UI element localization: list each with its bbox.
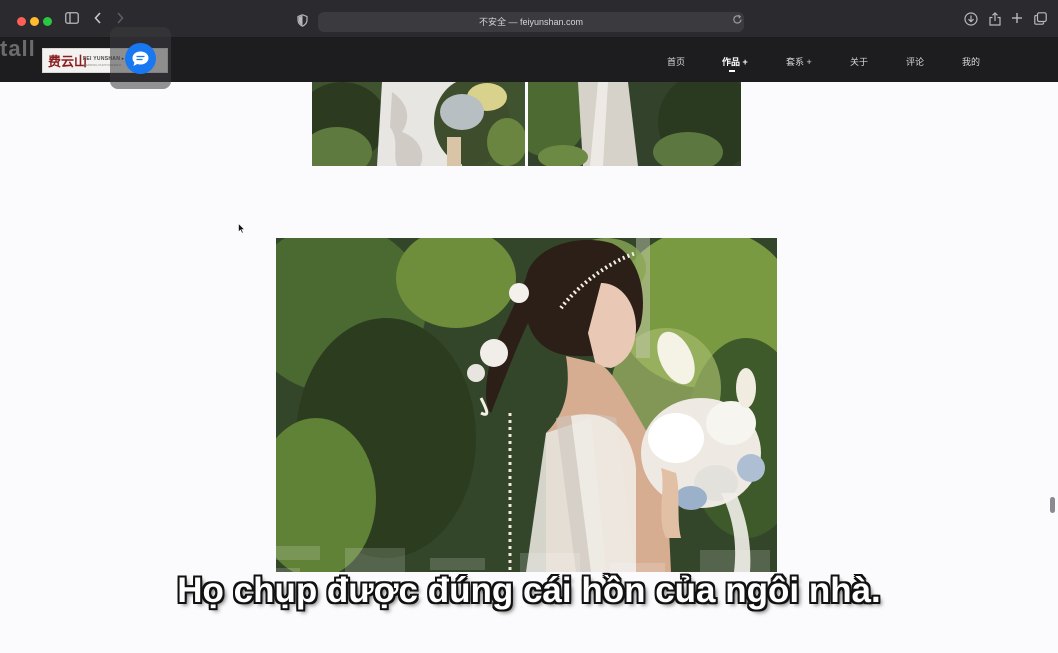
- reload-icon[interactable]: [729, 13, 745, 29]
- video-subtitle: Họ chụp được đúng cái hồn của ngôi nhà.: [177, 571, 881, 610]
- page-scrollbar[interactable]: [1050, 497, 1055, 513]
- shield-icon[interactable]: [297, 14, 308, 27]
- logo-chinese-text: 费云山: [48, 55, 88, 70]
- chat-bubble-icon: [132, 51, 149, 66]
- nav-active-indicator: [729, 70, 735, 72]
- download-icon[interactable]: [963, 12, 979, 28]
- close-window-button[interactable]: [17, 17, 26, 26]
- nav-mine[interactable]: 我的: [962, 55, 980, 68]
- chat-widget: [110, 27, 171, 89]
- overlay-watermark-text: tall: [0, 36, 36, 61]
- gallery-photo-bride-portrait[interactable]: [276, 238, 777, 572]
- share-icon[interactable]: [987, 12, 1003, 28]
- gallery-photo-bride-bouquet[interactable]: [312, 82, 525, 166]
- browser-window: 不安全 — feiyunshan.com tall 费云山 FEI YUNSHA…: [0, 0, 1058, 651]
- nav-home[interactable]: 首页: [667, 55, 685, 68]
- address-bar[interactable]: 不安全 — feiyunshan.com: [318, 12, 744, 32]
- nav-packages[interactable]: 套系 +: [786, 55, 812, 68]
- tabs-overview-icon[interactable]: [1032, 12, 1048, 28]
- chat-button[interactable]: [125, 43, 156, 74]
- mouse-cursor-icon: [238, 221, 246, 239]
- forward-icon[interactable]: [112, 12, 128, 28]
- nav-about[interactable]: 关于: [850, 55, 868, 68]
- new-tab-icon[interactable]: [1009, 12, 1025, 28]
- sidebar-icon[interactable]: [64, 12, 80, 28]
- nav-works[interactable]: 作品 +: [722, 55, 748, 68]
- nav-reviews[interactable]: 评论: [906, 55, 924, 68]
- url-text: 不安全 — feiyunshan.com: [478, 17, 584, 27]
- minimize-window-button[interactable]: [30, 17, 39, 26]
- gallery-photo-bride-garden[interactable]: [528, 82, 741, 166]
- back-icon[interactable]: [90, 12, 106, 28]
- maximize-window-button[interactable]: [43, 17, 52, 26]
